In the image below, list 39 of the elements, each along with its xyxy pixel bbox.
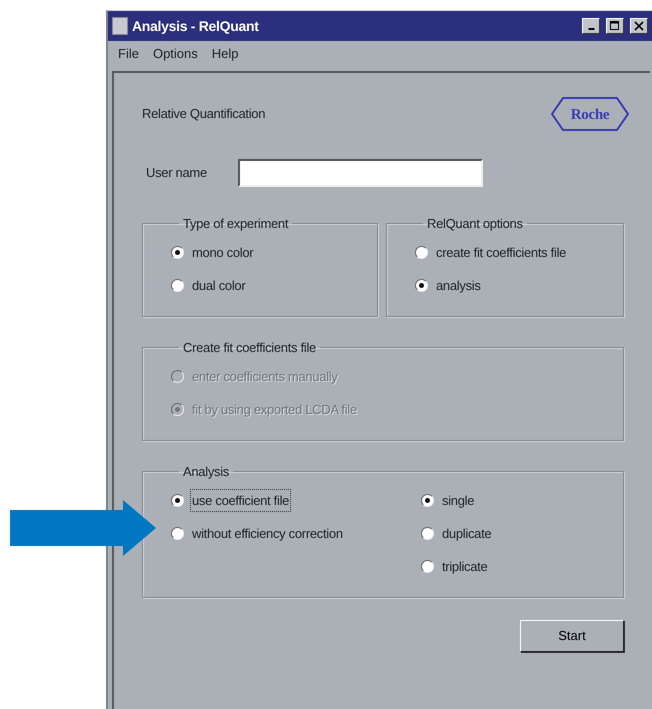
logo: Roche	[551, 97, 629, 131]
radio-button[interactable]	[171, 527, 184, 540]
group-title: Analysis	[182, 465, 230, 478]
menu-item[interactable]: Options	[148, 44, 202, 64]
radio-button[interactable]	[421, 494, 434, 507]
section-heading: Relative Quantification	[142, 105, 266, 124]
option-label[interactable]: analysis	[436, 276, 481, 296]
radio-button[interactable]	[415, 246, 428, 259]
group-title: Type of experiment	[182, 217, 290, 230]
option-label[interactable]: dual color	[192, 276, 246, 296]
radio-button[interactable]	[415, 279, 428, 292]
start-button[interactable]: Start	[520, 620, 624, 652]
minimize-button[interactable]	[582, 18, 600, 34]
maximize-button[interactable]	[606, 18, 624, 34]
option-label: enter coefficients manually	[192, 368, 338, 386]
maximize-icon	[610, 21, 620, 31]
option-label[interactable]: use coefficient file	[192, 490, 290, 510]
group-title: Create fit coefficients file	[182, 341, 317, 354]
option-label[interactable]: mono color	[192, 242, 254, 262]
radio-button[interactable]	[421, 527, 434, 540]
radio-button[interactable]	[421, 560, 434, 573]
option-label: fit by using exported LCDA file	[192, 400, 357, 419]
radio-button[interactable]	[171, 494, 184, 507]
menu-item[interactable]: File	[114, 44, 143, 64]
radio-button[interactable]	[171, 279, 184, 292]
minimize-icon	[588, 28, 594, 30]
close-icon	[634, 21, 644, 31]
user-name-field[interactable]	[238, 159, 483, 187]
field-label: User name	[146, 164, 208, 182]
option-label[interactable]: without efficiency correction	[192, 524, 343, 544]
option-label[interactable]: create fit coefficients file	[436, 242, 566, 262]
radio-button[interactable]	[171, 246, 184, 259]
close-button[interactable]	[630, 18, 648, 34]
menu-item[interactable]: Help	[208, 44, 243, 64]
option-label[interactable]: duplicate	[442, 524, 492, 544]
window-title: Analysis - RelQuant	[132, 16, 260, 36]
option-label[interactable]: triplicate	[442, 556, 488, 576]
option-label[interactable]: single	[442, 490, 474, 510]
group-title: RelQuant options	[426, 217, 524, 230]
